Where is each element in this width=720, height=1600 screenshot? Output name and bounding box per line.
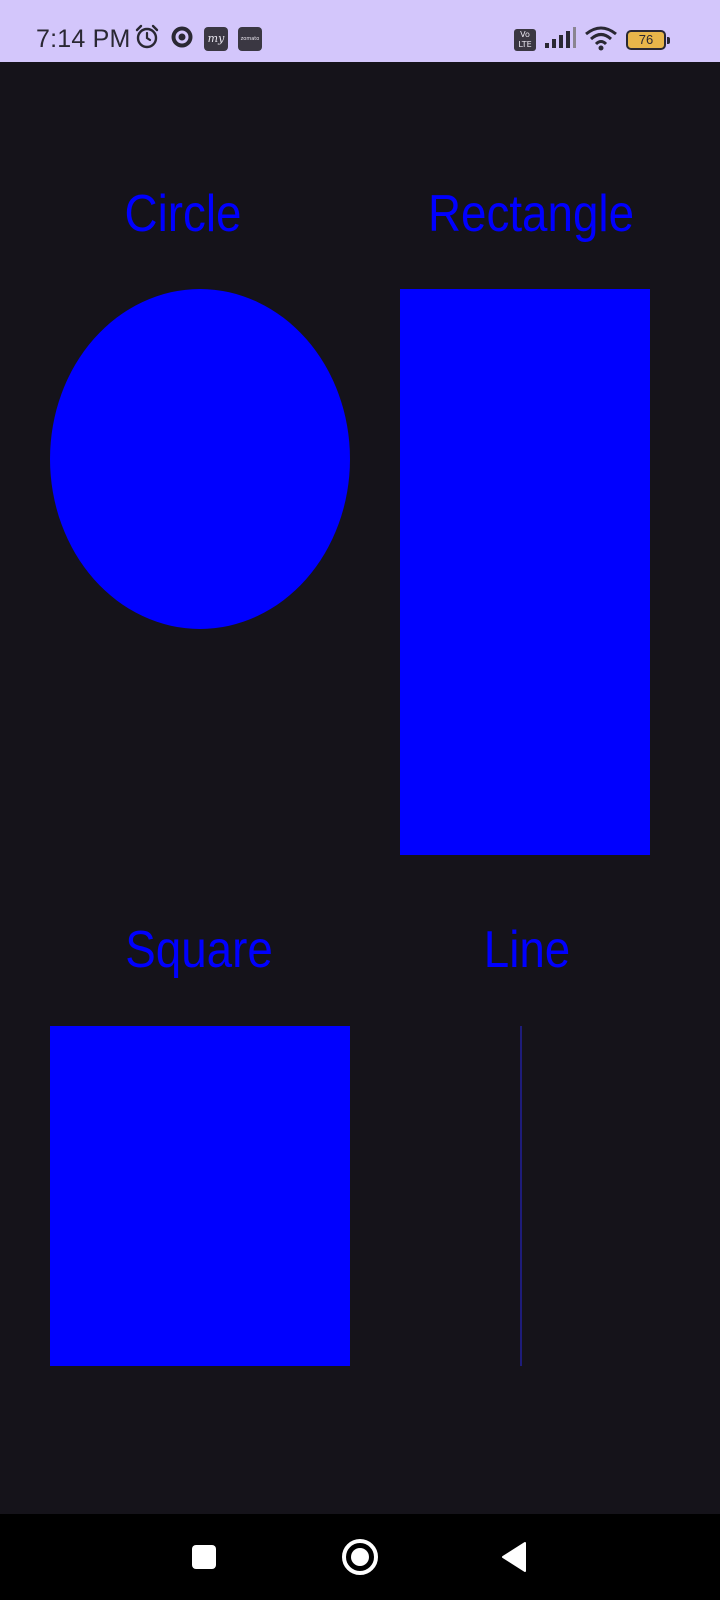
home-button[interactable] [340, 1537, 380, 1577]
battery-level: 76 [638, 32, 654, 47]
battery-icon: 76 [626, 30, 670, 50]
navigation-bar [0, 1514, 720, 1600]
notification-icons: my zomato [134, 24, 262, 55]
back-icon [502, 1542, 526, 1572]
my-app-icon: my [204, 27, 228, 51]
wifi-icon [584, 25, 618, 56]
square-shape [50, 1026, 350, 1366]
zomato-app-icon: zomato [238, 27, 262, 51]
line-label: Line [483, 921, 571, 979]
line-shape [520, 1026, 522, 1366]
circle-label: Circle [124, 185, 242, 243]
rectangle-label: Rectangle [427, 185, 635, 243]
status-time: 7:14 PM [36, 25, 131, 53]
signal-icon [544, 26, 576, 54]
system-status-icons: Vo LTE 76 [514, 25, 670, 56]
rectangle-shape [400, 289, 650, 855]
alarm-icon [134, 24, 160, 55]
back-button[interactable] [494, 1537, 534, 1577]
circle-app-icon [170, 25, 194, 54]
home-icon [342, 1539, 378, 1575]
recents-button[interactable] [184, 1537, 224, 1577]
square-label: Square [125, 921, 273, 979]
volte-icon: Vo LTE [514, 29, 536, 51]
circle-shape [50, 289, 350, 629]
status-bar: 7:14 PM my zomato Vo LTE 76 [0, 0, 720, 62]
recents-icon [192, 1545, 216, 1569]
